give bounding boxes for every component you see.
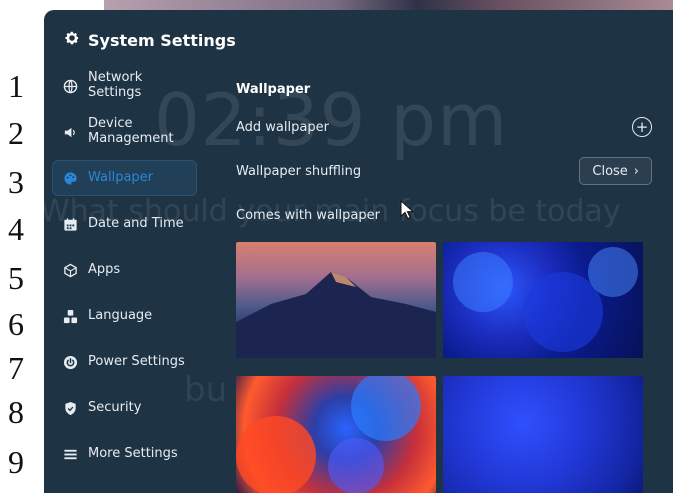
language-icon [62,308,78,324]
menu-icon [62,446,78,462]
margin-number: 7 [8,350,24,386]
wallpaper-thumbnail[interactable] [443,242,643,358]
sidebar-item-label: Date and Time [88,215,184,231]
wallpaper-shuffling-row: Wallpaper shuffling Close › [236,156,652,186]
wallpaper-thumbnail[interactable] [236,376,436,493]
shield-icon [62,400,78,416]
shuffle-mode-value: Close [592,163,628,179]
margin-number: 9 [8,444,24,480]
shuffle-mode-dropdown[interactable]: Close › [579,157,652,185]
builtin-wallpaper-label: Comes with wallpaper [236,207,380,223]
sidebar-item-label: Network Settings [88,70,143,100]
power-icon [62,354,78,370]
wallpaper-shuffling-label: Wallpaper shuffling [236,163,362,179]
content-title: Wallpaper [236,82,311,97]
palette-icon [62,170,78,186]
margin-number: 5 [8,260,24,296]
sidebar-item-network-settings[interactable]: Network Settings [52,68,197,104]
sidebar-item-label: More Settings [88,445,178,461]
sidebar-item-power-settings[interactable]: Power Settings [52,344,197,380]
cube-icon [62,262,78,278]
mouse-cursor-icon [400,199,415,224]
margin-number: 4 [8,211,24,247]
calendar-icon [62,216,78,232]
window-title-text: System Settings [88,30,236,50]
window-title: System Settings [64,28,236,52]
gear-icon [64,30,80,50]
sidebar-item-date-and-time[interactable]: Date and Time [52,206,197,242]
sidebar-item-apps[interactable]: Apps [52,252,197,288]
sidebar-item-label: Security [88,399,142,415]
speaker-icon [62,124,78,140]
builtin-wallpaper-row: Comes with wallpaper [236,200,652,230]
margin-number: 3 [8,164,24,200]
margin-number: 6 [8,306,24,342]
sidebar-item-language[interactable]: Language [52,298,197,334]
wallpaper-thumbnail[interactable] [443,376,643,493]
globe-icon [62,78,78,94]
margin-number: 8 [8,394,24,430]
sidebar-item-wallpaper[interactable]: Wallpaper [52,160,197,196]
sidebar-item-label: Power Settings [88,353,185,369]
settings-window: 02:39 pm What should your main focus be … [44,10,673,493]
sidebar-item-label: Device Management [88,116,174,146]
margin-number: 1 [8,68,24,104]
sidebar-item-device-management[interactable]: Device Management [52,114,197,150]
wallpaper-thumbnail[interactable] [236,242,436,358]
sidebar-item-label: Apps [88,261,121,277]
chevron-right-icon: › [633,163,639,179]
sidebar-item-security[interactable]: Security [52,390,197,426]
sidebar-item-more-settings[interactable]: More Settings [52,436,197,472]
add-wallpaper-button[interactable]: + [632,117,652,137]
sidebar: Network Settings Device Management Wallp… [52,68,197,482]
sidebar-item-label: Language [88,307,153,323]
margin-number: 2 [8,115,24,151]
add-wallpaper-label: Add wallpaper [236,119,329,135]
plus-icon: + [635,117,649,136]
sidebar-item-label: Wallpaper [88,169,154,185]
add-wallpaper-row: Add wallpaper + [236,112,652,142]
